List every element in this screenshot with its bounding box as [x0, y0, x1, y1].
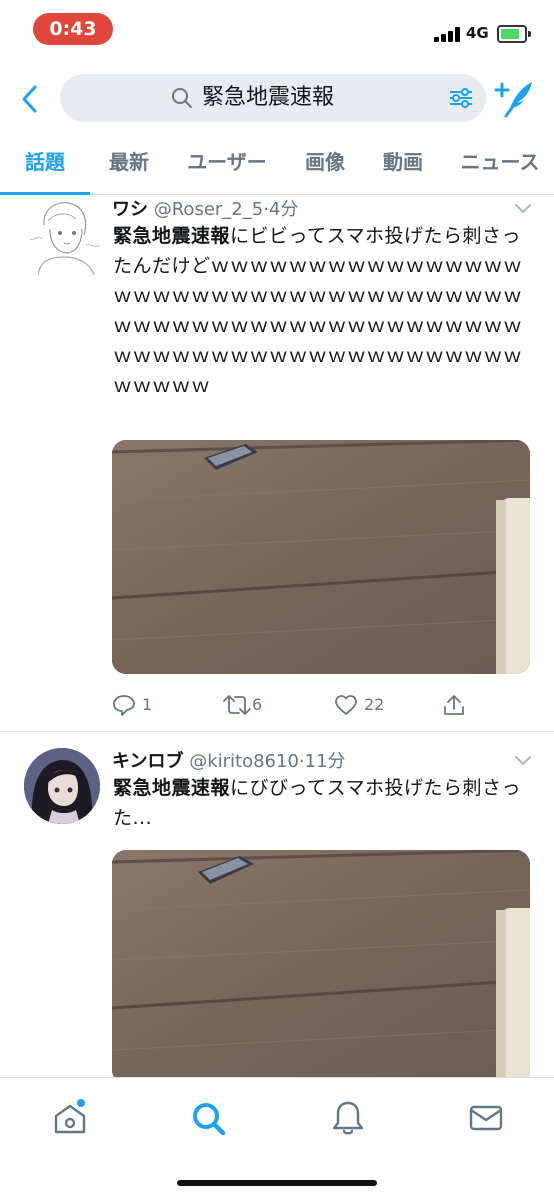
tweet-header: キンロブ @kirito8610·11分	[112, 751, 346, 772]
tweet-author-handle[interactable]: @Roser_2_5	[154, 199, 263, 220]
tweet-author-handle[interactable]: @kirito8610	[189, 751, 299, 772]
tweet-author-name[interactable]: キンロブ	[112, 751, 183, 772]
search-header: 緊急地震速報	[0, 62, 554, 132]
tweet-header: ワシ @Roser_2_5·4分	[112, 199, 299, 220]
tweet-actions: 1 6 22	[112, 690, 530, 720]
like-count: 22	[364, 695, 385, 714]
retweet-button[interactable]: 6	[222, 690, 282, 720]
chevron-down-icon[interactable]	[514, 203, 532, 215]
search-highlight[interactable]: 緊急地震速報	[113, 777, 230, 799]
home-indicator[interactable]	[177, 1180, 377, 1186]
notifications-bell-icon[interactable]	[328, 1098, 368, 1138]
avatar[interactable]	[24, 748, 100, 824]
tweet-time[interactable]: 11分	[305, 751, 346, 772]
retweet-icon	[223, 695, 251, 715]
tab-latest[interactable]: 最新	[96, 132, 162, 194]
avatar[interactable]	[24, 195, 104, 279]
search-icon	[172, 88, 192, 108]
compose-feather-icon[interactable]	[494, 78, 536, 118]
retweet-count: 6	[252, 695, 263, 714]
search-highlight[interactable]: 緊急地震速報	[113, 225, 230, 247]
share-icon	[444, 695, 464, 715]
heart-icon	[335, 695, 357, 715]
reply-count: 1	[142, 695, 153, 714]
signal-icon	[434, 26, 462, 42]
reply-icon	[113, 695, 135, 716]
messages-envelope-icon[interactable]	[466, 1098, 506, 1138]
reply-button[interactable]: 1	[112, 690, 172, 720]
tab-users[interactable]: ユーザー	[178, 132, 276, 194]
search-icon[interactable]	[188, 1098, 228, 1138]
search-tabs: 話題 最新 ユーザー 画像 動画 ニュース	[0, 132, 554, 195]
like-button[interactable]: 22	[334, 690, 394, 720]
tweet-text-rest: にビビってスマホ投げたら刺さったんだけどｗｗｗｗｗｗｗｗｗｗｗｗｗｗｗｗｗｗｗｗ…	[113, 225, 523, 397]
status-bar: 0:43 4G	[0, 0, 554, 60]
tweet-image[interactable]	[112, 850, 530, 1077]
tweet-text: 緊急地震速報にビビってスマホ投げたら刺さったんだけどｗｗｗｗｗｗｗｗｗｗｗｗｗｗ…	[113, 221, 528, 421]
search-query: 緊急地震速報	[202, 85, 335, 110]
filter-sliders-icon[interactable]	[448, 86, 474, 110]
search-input[interactable]: 緊急地震速報	[60, 74, 486, 122]
tab-news[interactable]: ニュース	[452, 132, 548, 194]
tab-videos[interactable]: 動画	[370, 132, 436, 194]
chevron-down-icon[interactable]	[514, 755, 532, 767]
tweet-image[interactable]	[112, 440, 530, 674]
status-time[interactable]: 0:43	[33, 13, 113, 45]
tweet-card[interactable]: ワシ @Roser_2_5·4分 緊急地震速報にビビってスマホ投げたら刺さったん…	[0, 195, 554, 731]
network-type: 4G	[466, 24, 489, 42]
tab-images[interactable]: 画像	[292, 132, 358, 194]
tweet-card[interactable]: キンロブ @kirito8610·11分 緊急地震速報にびびってスマホ投げたら刺…	[0, 732, 554, 1077]
battery-icon	[497, 25, 531, 43]
home-icon[interactable]	[50, 1098, 90, 1138]
tweet-time[interactable]: 4分	[269, 199, 298, 220]
tweet-author-name[interactable]: ワシ	[112, 199, 148, 220]
tab-trending[interactable]: 話題	[0, 132, 90, 194]
share-button[interactable]	[442, 690, 472, 720]
back-chevron-icon[interactable]	[18, 84, 42, 114]
tweet-text: 緊急地震速報にびびってスマホ投げたら刺さった...	[113, 773, 528, 835]
